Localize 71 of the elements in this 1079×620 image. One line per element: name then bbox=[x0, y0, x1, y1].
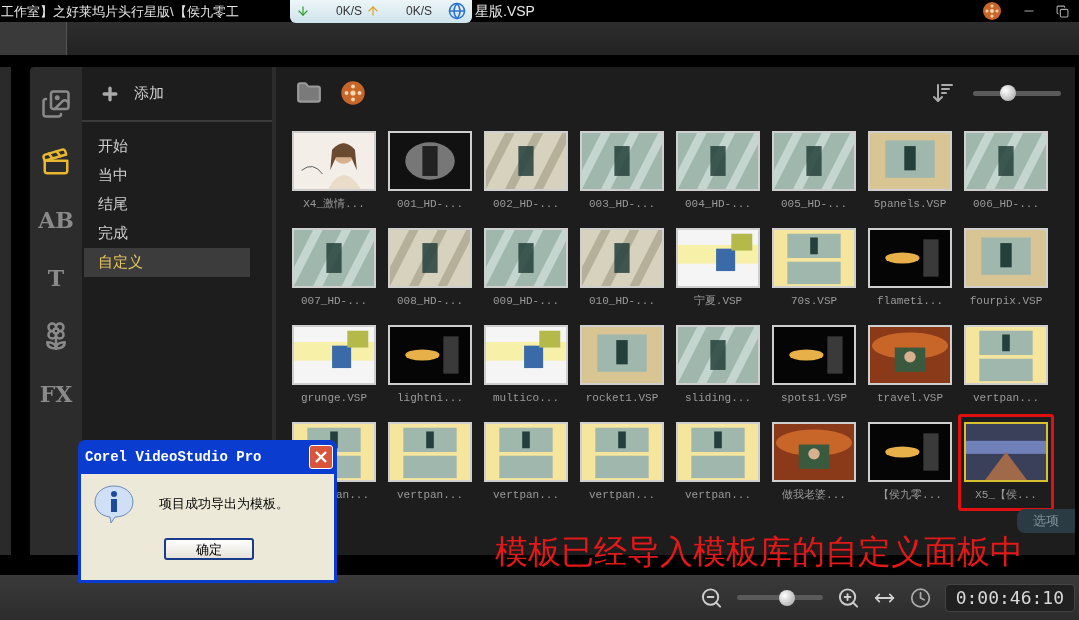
timecode-field[interactable]: 0:00:46:10 bbox=[944, 583, 1075, 612]
thumbnail-label: 003_HD-... bbox=[589, 197, 655, 212]
close-button[interactable] bbox=[309, 445, 333, 469]
thumbnail-label: 5panels.VSP bbox=[873, 197, 947, 212]
download-speed: 0K/S bbox=[336, 3, 362, 20]
clapperboard-icon[interactable] bbox=[41, 147, 71, 177]
dialog-message: 项目成功导出为模板。 bbox=[159, 495, 289, 514]
thumbnail-label: vertpan... bbox=[397, 488, 463, 503]
thumbnail-label: grunge.VSP bbox=[301, 391, 367, 406]
rail-tab[interactable]: T bbox=[47, 261, 65, 295]
thumbnail-label: 002_HD-... bbox=[493, 197, 559, 212]
thumbnail-label: 008_HD-... bbox=[397, 294, 463, 309]
restore-icon[interactable] bbox=[1056, 4, 1069, 18]
zoom-slider[interactable] bbox=[737, 589, 824, 606]
thumbnail-label: 006_HD-... bbox=[973, 197, 1039, 212]
thumbnail-label: X5_【侯... bbox=[975, 488, 1037, 503]
category-item[interactable]: 结尾 bbox=[84, 190, 250, 219]
thumbnail-label: 007_HD-... bbox=[301, 294, 367, 309]
annotation-text: 模板已经导入模板库的自定义面板中 bbox=[495, 533, 1023, 571]
close-icon bbox=[314, 450, 328, 464]
category-item[interactable]: 自定义 bbox=[84, 248, 250, 277]
ok-button[interactable]: 确定 bbox=[163, 538, 254, 560]
category-item[interactable]: 开始 bbox=[84, 132, 250, 161]
window-title: 星版.VSP bbox=[475, 1, 535, 21]
upload-icon bbox=[366, 4, 380, 18]
browser-icon[interactable] bbox=[448, 2, 466, 20]
thumbnail-label: 70s.VSP bbox=[790, 294, 838, 309]
slider-thumb[interactable] bbox=[1000, 85, 1017, 101]
thumbnail-label: sliding... bbox=[685, 391, 751, 406]
thumbnail-label: multico... bbox=[493, 391, 559, 406]
thumbnail-label: an... bbox=[336, 488, 370, 503]
thumbnail-label: vertpan... bbox=[685, 488, 751, 503]
thumbnail-label: fourpix.VSP bbox=[969, 294, 1043, 309]
thumbnail-label: 005_HD-... bbox=[781, 197, 847, 212]
thumbnail-label: vertpan... bbox=[589, 488, 655, 503]
thumbnail-label: 004_HD-... bbox=[685, 197, 751, 212]
slider-thumb[interactable] bbox=[779, 589, 796, 606]
app-icon[interactable] bbox=[340, 80, 366, 106]
add-button[interactable]: 添加 bbox=[100, 82, 164, 105]
window-title: 工作室】之好莱坞片头行星版\【侯九零工 bbox=[0, 4, 239, 19]
category-item[interactable]: 完成 bbox=[84, 219, 250, 248]
thumbnail-label: 宁夏.VSP bbox=[693, 294, 743, 309]
upload-speed: 0K/S bbox=[406, 3, 433, 20]
rail-tab[interactable]: AB bbox=[38, 203, 74, 237]
thumbnail-label: lightni... bbox=[397, 391, 463, 406]
thumbnail-label: 001_HD-... bbox=[397, 197, 463, 212]
thumbnail-label: 010_HD-... bbox=[589, 294, 655, 309]
sort-icon[interactable] bbox=[931, 81, 955, 105]
rail-tab[interactable]: FX bbox=[39, 377, 73, 411]
zoom-in-icon[interactable] bbox=[837, 585, 861, 610]
dialog-title: Corel VideoStudio Pro bbox=[85, 447, 262, 467]
options-button[interactable]: 选项 bbox=[1017, 509, 1075, 533]
thumbnail-label: vertpan... bbox=[493, 488, 559, 503]
thumbnail-label: 【侯九零... bbox=[878, 488, 942, 503]
app-icon[interactable] bbox=[982, 1, 1002, 21]
thumbnail-label: spots1.VSP bbox=[781, 391, 847, 406]
thumbnail-label: X4_激情... bbox=[303, 197, 365, 212]
download-icon bbox=[296, 4, 310, 18]
zoom-out-icon[interactable] bbox=[700, 585, 724, 610]
thumbnail-label: flameti... bbox=[877, 294, 943, 309]
thumbnail-label: 做我老婆... bbox=[782, 488, 846, 503]
folder-icon[interactable] bbox=[296, 80, 322, 106]
thumbnail-label: vertpan... bbox=[973, 391, 1039, 406]
media-icon[interactable] bbox=[41, 89, 71, 119]
clock-icon[interactable] bbox=[909, 586, 931, 609]
thumbnail-label: 009_HD-... bbox=[493, 294, 559, 309]
size-slider[interactable] bbox=[973, 85, 1061, 101]
thumbnail-label: travel.VSP bbox=[877, 391, 943, 406]
category-item[interactable]: 当中 bbox=[84, 161, 250, 190]
thumbnail-label: rocket1.VSP bbox=[585, 391, 659, 406]
info-icon bbox=[93, 484, 135, 524]
